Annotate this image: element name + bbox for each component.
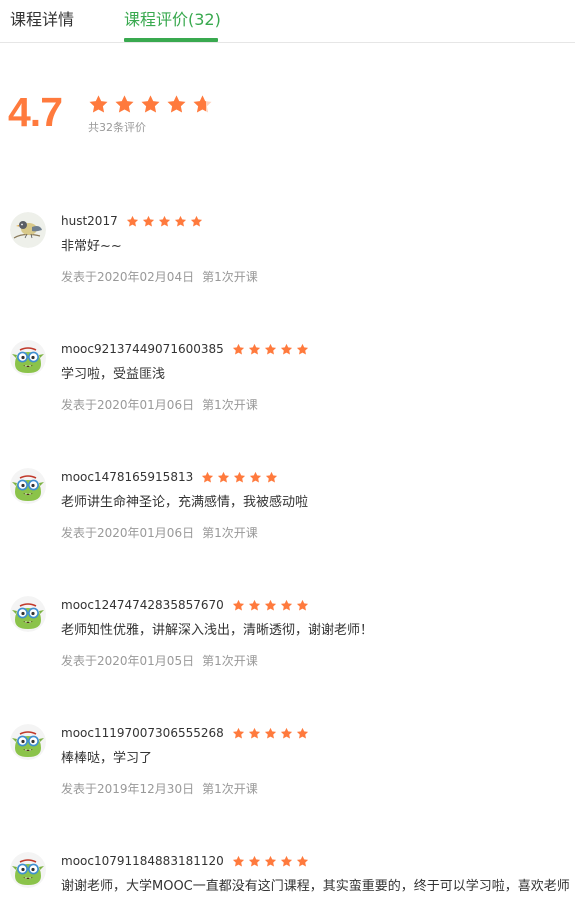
review-rating-stars [232,855,309,868]
review-content: 学习啦，受益匪浅 [61,367,166,382]
review-session: 第1次开课 [202,782,258,796]
review-session: 第1次开课 [202,270,258,284]
star-icon [280,599,293,612]
review-item: mooc12474742835857670 老师知性优雅，讲解深入浅出，清晰透彻… [10,596,570,686]
review-username[interactable]: hust2017 [61,213,118,229]
average-rating-stars [88,94,213,115]
star-icon [232,599,245,612]
star-icon [296,343,309,356]
review-meta: 发表于2020年01月06日 第1次开课 [61,397,258,413]
star-icon [248,343,261,356]
review-session: 第1次开课 [202,398,258,412]
review-rating-stars [201,471,278,484]
star-icon [217,471,230,484]
review-rating-stars [232,599,309,612]
review-session: 第1次开课 [202,526,258,540]
star-icon [280,343,293,356]
review-item: mooc11197007306555268 棒棒哒，学习了 发表于2019年12… [10,724,570,814]
default-monster-avatar[interactable] [10,724,46,760]
review-item: mooc10791184883181120 谢谢老师，大学MOOC一直都没有这门… [10,852,570,909]
star-icon [140,94,161,115]
star-icon [174,215,187,228]
review-meta: 发表于2020年01月06日 第1次开课 [61,525,258,541]
tab-course-reviews[interactable]: 课程评价(32) [124,9,221,31]
review-item: mooc92137449071600385 学习啦，受益匪浅 发表于2020年0… [10,340,570,430]
review-username[interactable]: mooc92137449071600385 [61,341,224,357]
star-icon [249,471,262,484]
star-icon [265,471,278,484]
review-username[interactable]: mooc1478165915813 [61,469,193,485]
star-icon [114,94,135,115]
review-content: 非常好~~ [61,239,122,254]
star-icon [280,727,293,740]
star-icon [296,599,309,612]
review-username[interactable]: mooc10791184883181120 [61,853,224,869]
star-icon [248,599,261,612]
review-content: 谢谢老师，大学MOOC一直都没有这门课程，其实蛮重要的，终于可以学习啦，喜欢老师 [61,879,570,894]
review-date: 发表于2019年12月30日 [61,782,195,796]
star-icon [232,727,245,740]
star-icon [296,727,309,740]
review-content: 棒棒哒，学习了 [61,751,153,766]
star-icon [233,471,246,484]
review-meta: 发表于2020年01月05日 第1次开课 [61,653,258,669]
star-icon [158,215,171,228]
star-icon [280,855,293,868]
review-username[interactable]: mooc12474742835857670 [61,597,224,613]
star-icon [126,215,139,228]
review-item: hust2017 非常好~~ 发表于2020年02月04日 第1次开课 [10,212,570,302]
star-icon [142,215,155,228]
review-date: 发表于2020年02月04日 [61,270,195,284]
average-score: 4.7 [8,89,63,135]
star-icon [248,727,261,740]
star-icon [88,94,109,115]
active-tab-indicator [124,38,218,42]
review-session: 第1次开课 [202,654,258,668]
review-count: 共32条评价 [88,121,146,134]
bird-avatar[interactable] [10,212,46,248]
star-icon [296,855,309,868]
star-icon [264,343,277,356]
review-item: mooc1478165915813 老师讲生命神圣论，充满感情，我被感动啦 发表… [10,468,570,558]
star-icon [192,94,213,115]
star-icon [166,94,187,115]
star-icon [190,215,203,228]
review-date: 发表于2020年01月05日 [61,654,195,668]
review-content: 老师讲生命神圣论，充满感情，我被感动啦 [61,495,309,510]
review-date: 发表于2020年01月06日 [61,398,195,412]
star-icon [232,343,245,356]
star-icon [264,599,277,612]
default-monster-avatar[interactable] [10,468,46,504]
review-rating-stars [232,343,309,356]
star-icon [232,855,245,868]
review-meta: 发表于2020年02月04日 第1次开课 [61,269,258,285]
star-icon [248,855,261,868]
star-icon [264,727,277,740]
review-rating-stars [126,215,203,228]
review-meta: 发表于2019年12月30日 第1次开课 [61,781,258,797]
star-icon [264,855,277,868]
review-rating-stars [232,727,309,740]
default-monster-avatar[interactable] [10,852,46,888]
default-monster-avatar[interactable] [10,596,46,632]
review-username[interactable]: mooc11197007306555268 [61,725,224,741]
tab-course-details[interactable]: 课程详情 [10,9,74,31]
review-date: 发表于2020年01月06日 [61,526,195,540]
star-icon [201,471,214,484]
review-content: 老师知性优雅，讲解深入浅出，清晰透彻，谢谢老师！ [61,623,374,638]
default-monster-avatar[interactable] [10,340,46,376]
tab-bar: 课程详情 课程评价(32) [0,0,575,43]
